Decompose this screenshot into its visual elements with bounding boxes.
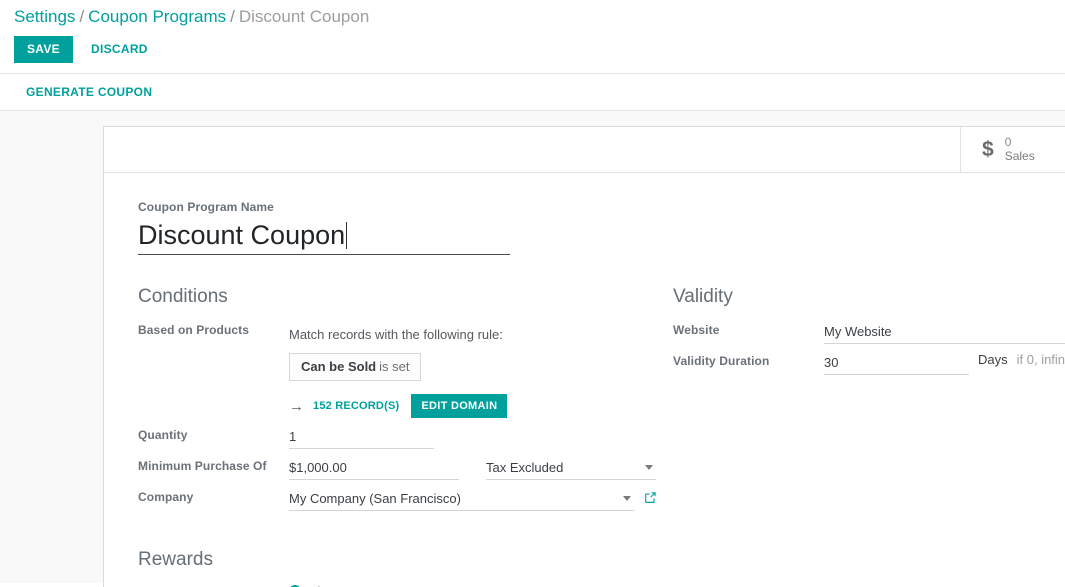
field-row-based-on-products: Based on Products Match records with the… xyxy=(138,317,673,422)
domain-condition-box[interactable]: Can be Sold is set xyxy=(289,353,422,381)
control-panel: Settings / Coupon Programs / Discount Coupon… xyxy=(0,0,1065,111)
minimum-purchase-input[interactable]: $1,000.00 xyxy=(289,457,459,480)
apply-discount-value: Percentage10.00 xyxy=(824,580,1065,587)
conditions-title: Conditions xyxy=(138,286,228,307)
field-row-apply-discount: Apply Discount Percentage10.00 xyxy=(673,580,1065,587)
stat-value: 0 xyxy=(1004,135,1012,149)
breadcrumb: Settings / Coupon Programs / Discount Coupon xyxy=(0,0,1065,32)
form-view-background: $ 0 Sales Coupon Program Name Discount C… xyxy=(0,111,1065,587)
chevron-down-icon xyxy=(623,496,631,501)
coupon-program-name-field[interactable]: Discount Coupon xyxy=(138,219,510,255)
form-sheet: $ 0 Sales Coupon Program Name Discount C… xyxy=(103,126,1065,587)
field-row-validity-duration: Validity Duration 30 Days if 0, infinite xyxy=(673,348,1065,379)
breadcrumb-separator: / xyxy=(230,7,235,26)
edit-domain-button[interactable]: EDIT DOMAIN xyxy=(411,394,508,418)
field-row-company: Company My Company (San Francisco) xyxy=(138,484,673,515)
discard-button[interactable]: DISCARD xyxy=(79,35,160,63)
form-groups: Conditions Based on Products Match recor… xyxy=(138,286,1065,515)
quantity-input[interactable]: 1 xyxy=(289,426,434,449)
reward-label: Reward xyxy=(138,580,289,587)
save-button[interactable]: SAVE xyxy=(14,35,73,63)
based-on-products-value: Match records with the following rule: C… xyxy=(289,317,673,422)
coupon-program-name-input[interactable]: Discount Coupon xyxy=(138,219,345,251)
rewards-group-right: Apply Discount Percentage10.00 xyxy=(673,549,1065,587)
apply-discount-label: Apply Discount xyxy=(673,580,824,587)
domain-rule-intro: Match records with the following rule: xyxy=(289,327,503,342)
action-button-bar: GENERATE COUPON xyxy=(0,73,1065,111)
rewards-section: Rewards Reward Discount xyxy=(138,549,1065,587)
validity-duration-value: 30 Days if 0, infinite xyxy=(824,348,1065,379)
rewards-group-left: Rewards Reward Discount xyxy=(138,549,673,587)
tax-mode-select[interactable]: Tax Excluded xyxy=(486,457,656,480)
domain-operator: is set xyxy=(379,359,410,374)
records-count-link[interactable]: 152 RECORD(S) xyxy=(313,400,399,412)
company-select[interactable]: My Company (San Francisco) xyxy=(289,488,634,511)
arrow-right-icon: → xyxy=(289,397,304,415)
record-actions: SAVE DISCARD xyxy=(0,32,1065,73)
dollar-icon: $ xyxy=(982,138,994,161)
quantity-value: 1 xyxy=(289,422,673,453)
stat-button-sales[interactable]: $ 0 Sales xyxy=(960,127,1065,172)
website-label: Website xyxy=(673,323,720,337)
based-on-products-label: Based on Products xyxy=(138,323,250,337)
validity-title: Validity xyxy=(673,286,733,307)
breadcrumb-item-current: Discount Coupon xyxy=(238,7,370,26)
form-body: Coupon Program Name Discount Coupon Cond… xyxy=(104,173,1065,587)
validity-duration-input[interactable]: 30 xyxy=(824,352,969,375)
breadcrumb-item-settings[interactable]: Settings xyxy=(14,7,75,26)
field-row-minimum-purchase: Minimum Purchase Of $1,000.00 Tax Exclude… xyxy=(138,453,673,484)
reward-value: Discount xyxy=(289,580,673,587)
stat-label: Sales xyxy=(1004,149,1035,163)
website-value: My Website xyxy=(824,317,1065,348)
validity-duration-label: Validity Duration xyxy=(673,354,770,368)
company-label: Company xyxy=(138,490,194,504)
company-value: My Company (San Francisco) xyxy=(289,484,673,515)
stat-button-text: 0 Sales xyxy=(1005,136,1035,163)
domain-field-name: Can be Sold xyxy=(301,359,377,374)
field-row-website: Website My Website xyxy=(673,317,1065,348)
validity-duration-helper: if 0, infinite xyxy=(1016,352,1065,367)
website-input[interactable]: My Website xyxy=(824,321,1065,344)
field-row-quantity: Quantity 1 xyxy=(138,422,673,453)
minimum-purchase-label: Minimum Purchase Of xyxy=(138,459,267,473)
rewards-right-spacer xyxy=(673,549,1065,571)
minimum-purchase-value: $1,000.00 Tax Excluded xyxy=(289,453,673,484)
validity-group: Validity Website My Website Validity Dur… xyxy=(673,286,1065,515)
company-value-text: My Company (San Francisco) xyxy=(289,491,461,506)
conditions-group: Conditions Based on Products Match recor… xyxy=(138,286,673,515)
domain-actions: → 152 RECORD(S) EDIT DOMAIN xyxy=(289,394,673,418)
breadcrumb-item-coupon-programs[interactable]: Coupon Programs xyxy=(88,7,226,26)
quantity-label: Quantity xyxy=(138,428,188,442)
field-row-reward: Reward Discount xyxy=(138,580,673,587)
breadcrumb-separator: / xyxy=(79,7,85,26)
rewards-title: Rewards xyxy=(138,549,213,570)
validity-duration-unit: Days xyxy=(978,352,1008,367)
coupon-program-name-label: Coupon Program Name xyxy=(138,200,274,214)
external-link-icon[interactable] xyxy=(644,491,657,507)
tax-mode-value: Tax Excluded xyxy=(486,460,564,475)
chevron-down-icon xyxy=(645,465,653,470)
generate-coupon-button[interactable]: GENERATE COUPON xyxy=(26,85,152,99)
stat-button-row: $ 0 Sales xyxy=(104,127,1065,173)
title-field-group: Coupon Program Name Discount Coupon xyxy=(138,200,1065,255)
text-cursor xyxy=(346,222,348,249)
